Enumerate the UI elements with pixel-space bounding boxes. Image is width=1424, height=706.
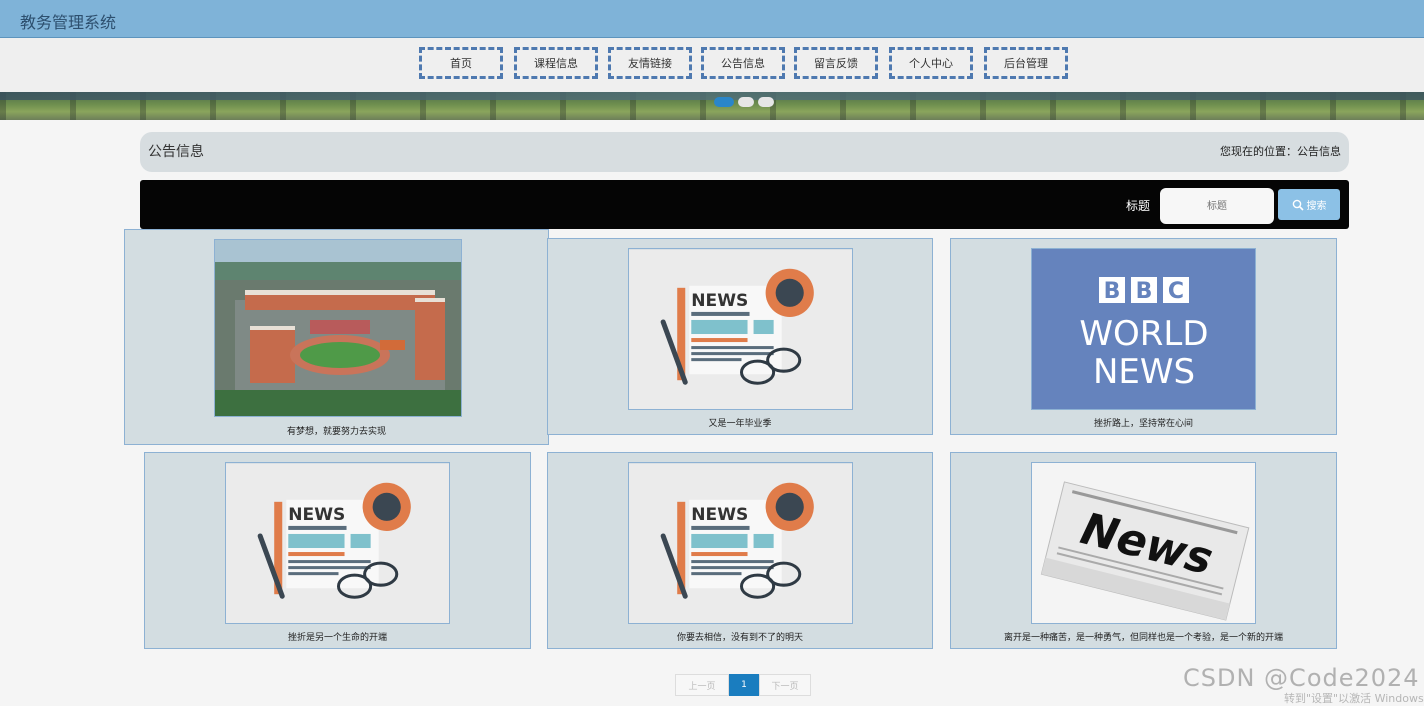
nav-item-feedback[interactable]: 留言反馈 (794, 47, 878, 79)
announcement-card[interactable]: 又是一年毕业季 (547, 238, 933, 435)
search-label: 标题 (1126, 199, 1151, 213)
news-illustration-image (628, 248, 853, 410)
card-caption: 离开是一种痛苦，是一种勇气，但同样也是一个考验，是一个新的开端 (1003, 633, 1283, 643)
next-page-button[interactable]: 下一页 (759, 674, 811, 696)
breadcrumb: 您现在的位置：公告信息 (1220, 145, 1341, 158)
card-caption: 你要去相信，没有到不了的明天 (676, 633, 803, 643)
campus-aerial-image (214, 239, 462, 417)
top-header-bar: 教务管理系统 (0, 0, 1424, 38)
announcement-card[interactable]: B B C WORLD NEWS 挫折路上，坚持常在心间 (950, 238, 1337, 435)
announcement-card[interactable]: 挫折是另一个生命的开端 (144, 452, 531, 649)
card-caption: 有梦想，就要努力去实现 (286, 427, 386, 437)
nav-item-courses[interactable]: 课程信息 (514, 47, 598, 79)
nav-item-links[interactable]: 友情链接 (608, 47, 692, 79)
announcement-card[interactable]: 你要去相信，没有到不了的明天 (547, 452, 933, 649)
search-button[interactable]: 搜索 (1278, 189, 1340, 220)
bbc-letter-b1: B (1104, 279, 1121, 304)
card-caption: 挫折是另一个生命的开端 (287, 633, 387, 643)
windows-activation-watermark: 转到"设置"以激活 Windows (1284, 692, 1424, 705)
main-nav: 首页 课程信息 友情链接 公告信息 留言反馈 个人中心 后台管理 (0, 38, 1424, 92)
card-caption: 又是一年毕业季 (708, 419, 772, 429)
bbc-letter-b2: B (1136, 279, 1153, 304)
search-bar: 标题 搜索 (140, 180, 1349, 229)
banner-carousel (0, 92, 1424, 120)
carousel-dot-3[interactable] (758, 97, 774, 107)
section-header: 公告信息 您现在的位置：公告信息 (140, 132, 1349, 172)
nav-item-announcements[interactable]: 公告信息 (701, 47, 785, 79)
card-caption: 挫折路上，坚持常在心间 (1093, 419, 1193, 429)
news-illustration-image (225, 462, 450, 624)
bbc-letter-c: C (1168, 279, 1184, 304)
watermark: CSDN @Code2024 (1183, 664, 1420, 692)
announcement-card[interactable]: News 离开是一种痛苦，是一种勇气，但同样也是一个考验，是一个新的开端 (950, 452, 1337, 649)
carousel-dot-1[interactable] (714, 97, 734, 107)
prev-page-button[interactable]: 上一页 (675, 674, 729, 696)
nav-item-home[interactable]: 首页 (419, 47, 503, 79)
nav-item-profile[interactable]: 个人中心 (889, 47, 973, 79)
page-button-current[interactable]: 1 (729, 674, 759, 696)
search-button-label: 搜索 (1306, 201, 1327, 212)
nav-item-admin[interactable]: 后台管理 (984, 47, 1068, 79)
banner-image (0, 92, 1424, 100)
bbc-world-news-image: B B C WORLD NEWS (1031, 248, 1256, 410)
news-illustration-image (628, 462, 853, 624)
bbc-world-text: WORLD (1079, 314, 1208, 354)
search-icon (1292, 199, 1304, 211)
newspaper-image: News (1031, 462, 1256, 624)
carousel-dot-2[interactable] (738, 97, 754, 107)
app-title: 教务管理系统 (20, 13, 117, 32)
search-input[interactable] (1160, 188, 1274, 224)
section-title: 公告信息 (148, 144, 204, 160)
announcement-card[interactable]: 有梦想，就要努力去实现 (124, 229, 549, 445)
pagination: 上一页 1 下一页 (675, 674, 811, 696)
bbc-news-text: NEWS (1093, 352, 1195, 392)
